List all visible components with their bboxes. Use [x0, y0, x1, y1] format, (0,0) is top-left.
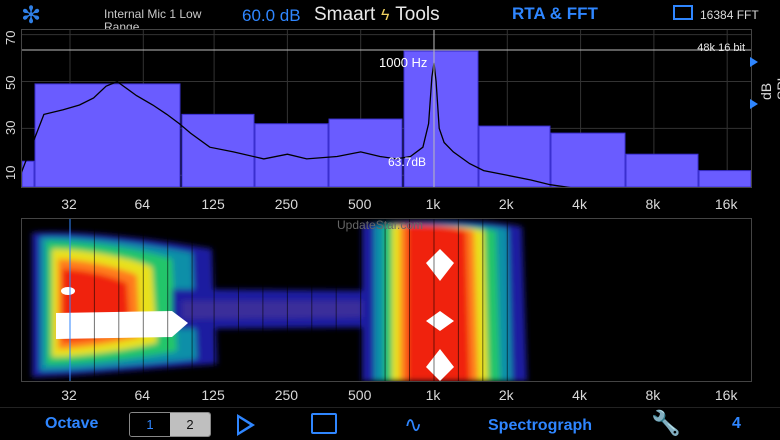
mode-title[interactable]: RTA & FFT — [512, 4, 598, 24]
spectrograph-button[interactable]: Spectrograph — [488, 417, 592, 435]
rta-bar-8k — [625, 153, 699, 187]
freq-label-500: 500 — [348, 387, 372, 403]
freq-label-125: 125 — [201, 387, 225, 403]
y-axis-label: dB SPL — [758, 73, 780, 100]
fft-size[interactable]: 16384 FFT — [700, 8, 759, 22]
rta-bar-16k — [698, 170, 751, 187]
bolt-icon: ϟ — [381, 7, 390, 24]
rta-bar-4k — [550, 132, 626, 187]
rta-bar-64 — [34, 83, 181, 187]
gear-icon[interactable]: ✻ — [18, 3, 44, 29]
image-icon[interactable] — [673, 5, 693, 20]
y-tick-50: 50 — [3, 75, 18, 90]
rta-chart-svg — [22, 30, 751, 187]
freq-label-32: 32 — [61, 387, 77, 403]
cursor-frequency: 1000 Hz — [379, 55, 428, 70]
gain-readout[interactable]: 60.0 dB — [242, 6, 301, 26]
app-logo: Smaart ϟ Tools — [314, 4, 440, 26]
play-icon-inner — [239, 418, 250, 432]
freq-label-250: 250 — [274, 387, 299, 403]
y-tick-30: 30 — [3, 120, 18, 135]
number-button[interactable]: 4 — [732, 415, 741, 433]
freq-label-2k: 2k — [498, 387, 514, 403]
freq-label-500: 500 — [348, 196, 372, 212]
freq-label-4k: 4k — [572, 387, 587, 403]
freq-label-64: 64 — [134, 387, 151, 403]
spectrograph-plot[interactable] — [21, 218, 752, 382]
segment-1[interactable]: 1 — [130, 413, 170, 436]
bottom-toolbar: Octave 1 2 ∿ Spectrograph 🔧 4 — [0, 407, 780, 440]
cursor-level: 63.7dB — [388, 155, 427, 169]
freq-label-1k: 1k — [425, 387, 441, 403]
spectrograph-svg — [32, 219, 728, 381]
arrow-marker-icon[interactable] — [750, 99, 758, 109]
wrench-icon[interactable]: 🔧 — [651, 409, 681, 438]
arrow-marker-icon[interactable] — [750, 57, 758, 67]
sine-wave-icon[interactable]: ∿ — [404, 412, 422, 438]
logo-right: Tools — [395, 4, 440, 25]
octave-button[interactable]: Octave — [45, 415, 98, 433]
freq-axis-bottom: 32 64 125 250 500 1k 2k 4k 8k 16k — [21, 387, 752, 407]
freq-axis-top: 32 64 125 250 500 1k 2k 4k 8k 16k — [21, 196, 752, 216]
freq-label-125: 125 — [201, 196, 225, 212]
rta-bar-2k — [478, 125, 551, 187]
freq-label-8k: 8k — [645, 387, 661, 403]
freq-label-64: 64 — [134, 196, 151, 212]
bit-depth-label: 48k 16 bit — [697, 42, 745, 54]
freq-label-250: 250 — [274, 196, 299, 212]
y-tick-10: 10 — [3, 165, 18, 180]
freq-label-2k: 2k — [498, 196, 514, 212]
top-bar: ✻ Internal Mic 1 Low Range 60.0 dB Smaar… — [0, 0, 780, 34]
freq-label-1k: 1k — [425, 196, 441, 212]
y-tick-70: 70 — [3, 30, 18, 45]
plot-count-selector[interactable]: 1 2 — [129, 412, 211, 437]
freq-label-16k: 16k — [714, 387, 738, 403]
rta-plot[interactable]: 48k 16 bit 1000 Hz 63.7dB — [21, 29, 752, 188]
folder-icon[interactable] — [311, 413, 337, 434]
watermark-text: UpdateStar.com — [337, 218, 424, 232]
freq-label-32: 32 — [61, 196, 77, 212]
rta-bar-125 — [181, 113, 255, 187]
logo-left: Smaart — [314, 4, 376, 25]
freq-label-8k: 8k — [645, 196, 661, 212]
freq-label-16k: 16k — [714, 196, 738, 212]
freq-label-4k: 4k — [572, 196, 587, 212]
segment-2[interactable]: 2 — [170, 413, 210, 436]
